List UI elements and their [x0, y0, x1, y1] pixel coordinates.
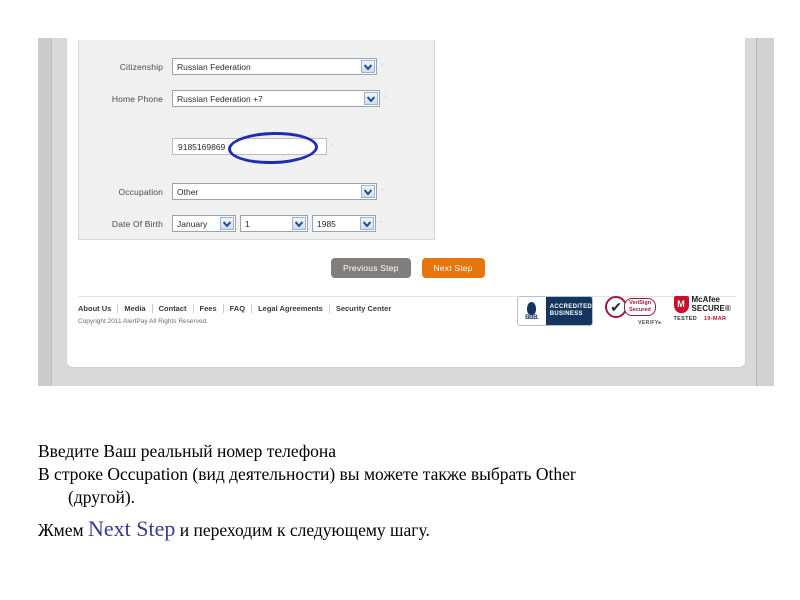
page-left-gutter: [38, 38, 52, 386]
footer-link-contact[interactable]: Contact: [153, 304, 193, 313]
mcafee-badge-top: M McAfee SECURE®: [673, 295, 737, 313]
caption-next-step-accent: Next Step: [87, 516, 176, 542]
mcafee-badge-bottom: TESTED 19-MAR: [674, 316, 737, 322]
chevron-down-icon[interactable]: [361, 185, 375, 198]
caption-line-3: Жмем Next Step и переходим к следующему …: [38, 516, 768, 542]
bbb-badge-text: ACCREDITED BUSINESS: [545, 297, 593, 325]
citizenship-label: Citizenship: [119, 61, 163, 72]
caption-line-3-suffix: и переходим к следующему шагу.: [175, 520, 430, 541]
caption-line-3-prefix: Жмем: [38, 520, 88, 541]
phone-number-value: 9185169869: [178, 141, 226, 152]
footer-link-faq[interactable]: FAQ: [224, 304, 251, 313]
required-asterisk: *: [381, 188, 384, 195]
dob-day-value: 1: [245, 218, 250, 229]
chevron-down-icon[interactable]: [360, 217, 374, 230]
registration-form-panel: Citizenship Russian Federation * Home Ph…: [78, 40, 435, 240]
footer-link-about-us[interactable]: About Us: [78, 304, 117, 313]
previous-step-button[interactable]: Previous Step: [331, 258, 411, 278]
home-phone-country-select[interactable]: Russian Federation +7: [172, 90, 380, 107]
caption-line-2: В строке Occupation (вид деятельности) в…: [38, 464, 576, 485]
required-asterisk: *: [331, 143, 334, 150]
verisign-badge-top: ✔ VeriSign Secured: [605, 296, 661, 318]
verisign-line-1: VeriSign: [629, 299, 652, 306]
slide-caption: Введите Ваш реальный номер телефона В ст…: [38, 440, 768, 542]
mcafee-tested-label: TESTED: [673, 316, 698, 322]
occupation-label: Occupation: [118, 186, 163, 197]
dob-month-select[interactable]: January: [172, 215, 236, 232]
footer-trust-badges: BBB. ACCREDITED BUSINESS ✔ VeriSign Secu…: [517, 295, 737, 340]
citizenship-select[interactable]: Russian Federation: [172, 58, 377, 75]
dob-day-select[interactable]: 1: [240, 215, 308, 232]
required-asterisk: *: [381, 63, 384, 70]
home-phone-label: Home Phone: [111, 93, 163, 104]
dob-year-value: 1985: [317, 218, 336, 229]
chevron-down-icon[interactable]: [364, 92, 378, 105]
bbb-torch-icon: [527, 302, 537, 315]
field-row-date-of-birth: Date Of Birth January 1 1985 *: [79, 215, 383, 232]
required-asterisk: *: [384, 95, 387, 102]
caption-line-1: Введите Ваш реальный номер телефона: [38, 441, 337, 461]
occupation-select[interactable]: Other: [172, 183, 377, 200]
shield-icon: M: [673, 296, 689, 313]
bbb-line-1: ACCREDITED: [549, 303, 593, 310]
footer-link-legal-agreements[interactable]: Legal Agreements: [252, 304, 329, 313]
bbb-line-2: BUSINESS: [549, 311, 583, 317]
citizenship-value: Russian Federation: [177, 61, 251, 72]
field-row-occupation: Occupation Other *: [79, 183, 384, 200]
chevron-down-icon[interactable]: [220, 217, 234, 230]
chevron-down-icon[interactable]: [292, 217, 306, 230]
verisign-secured-badge[interactable]: ✔ VeriSign Secured VERIFY▸: [605, 296, 661, 326]
bbb-logo-icon: BBB.: [518, 297, 546, 325]
footer-link-security-center[interactable]: Security Center: [330, 304, 397, 313]
phone-number-input[interactable]: 9185169869: [172, 138, 327, 155]
verisign-badge-text: VeriSign Secured: [624, 297, 657, 317]
chevron-down-icon[interactable]: [361, 60, 375, 73]
verisign-line-2: Secured: [629, 307, 651, 313]
field-row-citizenship: Citizenship Russian Federation *: [79, 58, 384, 75]
mcafee-badge-text: McAfee SECURE®: [691, 295, 731, 313]
verisign-verify-link[interactable]: VERIFY▸: [605, 320, 661, 326]
caption-line-2b: (другой).: [68, 487, 136, 508]
field-row-home-phone: Home Phone Russian Federation +7 *: [79, 90, 387, 107]
footer-link-media[interactable]: Media: [118, 304, 151, 313]
bbb-accredited-business-badge[interactable]: BBB. ACCREDITED BUSINESS: [517, 296, 594, 326]
occupation-value: Other: [177, 186, 199, 197]
mcafee-secure-badge[interactable]: M McAfee SECURE® TESTED 19-MAR: [673, 295, 737, 322]
mcafee-tested-date: 19-MAR: [704, 316, 727, 322]
signup-page-card: Citizenship Russian Federation * Home Ph…: [66, 38, 746, 368]
home-phone-country-value: Russian Federation +7: [177, 93, 263, 104]
dob-year-select[interactable]: 1985: [312, 215, 376, 232]
page-scrollbar[interactable]: [756, 38, 774, 386]
embedded-browser-screenshot: Citizenship Russian Federation * Home Ph…: [38, 38, 774, 386]
bbb-mark: BBB.: [525, 315, 539, 321]
required-asterisk: *: [380, 220, 383, 227]
field-row-phone-number: 9185169869 *: [79, 138, 334, 155]
dob-month-value: January: [177, 218, 208, 229]
form-step-buttons: Previous Step Next Step: [331, 258, 485, 278]
date-of-birth-label: Date Of Birth: [111, 218, 163, 229]
mcafee-line-2: SECURE®: [691, 303, 731, 313]
next-step-button[interactable]: Next Step: [421, 258, 485, 278]
footer-link-fees[interactable]: Fees: [194, 304, 223, 313]
